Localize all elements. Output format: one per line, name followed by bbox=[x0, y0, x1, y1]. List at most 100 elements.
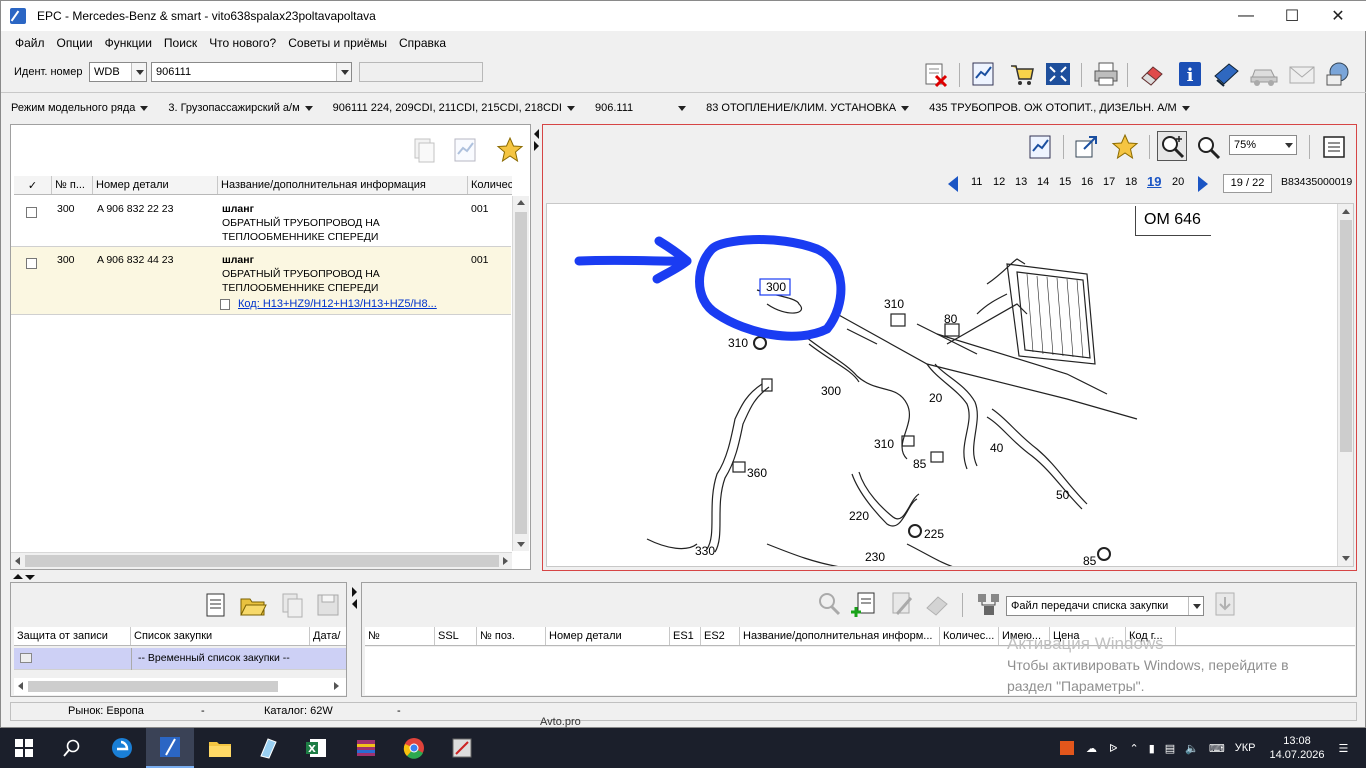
breadcrumb-mode[interactable]: Режим модельного ряда bbox=[11, 102, 149, 114]
clear-vehicle-icon[interactable] bbox=[921, 59, 951, 89]
edit-item-icon[interactable] bbox=[886, 589, 916, 619]
new-list-icon[interactable] bbox=[201, 590, 231, 620]
copy-parts-icon[interactable] bbox=[409, 135, 439, 165]
volume-icon[interactable]: 🔈 bbox=[1185, 742, 1199, 755]
col-pos[interactable]: № поз. bbox=[477, 627, 546, 645]
col-date[interactable]: Дата/ bbox=[310, 627, 346, 645]
vehicle-icon[interactable] bbox=[1249, 59, 1279, 89]
eraser-icon[interactable] bbox=[922, 589, 952, 619]
ident-number-input[interactable]: 906111 bbox=[151, 62, 352, 82]
page-link[interactable]: 11 bbox=[971, 176, 982, 188]
scroll-down-icon[interactable] bbox=[517, 542, 525, 547]
copy-list-icon[interactable] bbox=[277, 590, 307, 620]
maximize-button[interactable]: ☐ bbox=[1269, 1, 1315, 31]
page-link[interactable]: 16 bbox=[1081, 176, 1093, 188]
scroll-left-icon[interactable] bbox=[18, 682, 23, 690]
clock[interactable]: 13:08 14.07.2026 bbox=[1269, 734, 1324, 762]
info-icon[interactable]: i bbox=[1175, 59, 1205, 89]
col-part-number[interactable]: Номер детали bbox=[93, 176, 218, 194]
col-es1[interactable]: ES1 bbox=[670, 627, 701, 645]
breadcrumb-class[interactable]: 3. Грузопассажирский а/м bbox=[168, 102, 313, 114]
open-external-icon[interactable] bbox=[1071, 132, 1101, 162]
transfer-network-icon[interactable] bbox=[974, 589, 1004, 619]
callout-label[interactable]: 330 bbox=[695, 544, 715, 558]
scroll-up-icon[interactable] bbox=[517, 200, 525, 205]
scroll-thumb[interactable] bbox=[1340, 220, 1352, 452]
callout-label[interactable]: 360 bbox=[747, 466, 767, 480]
menu-file[interactable]: Файл bbox=[1, 36, 51, 50]
network-icon[interactable]: ▤ bbox=[1165, 742, 1175, 755]
callout-label[interactable]: 225 bbox=[924, 527, 944, 541]
menu-tips[interactable]: Советы и приёмы bbox=[282, 36, 393, 50]
ident-extra-field[interactable] bbox=[359, 62, 483, 82]
close-button[interactable]: ✕ bbox=[1315, 1, 1361, 31]
search-icon[interactable] bbox=[48, 728, 96, 768]
table-row-selected[interactable]: 300 A 906 832 44 23 шланг ОБРАТНЫЙ ТРУБО… bbox=[11, 247, 511, 315]
collapse-up-icon[interactable] bbox=[13, 574, 23, 579]
callout-300-highlighted[interactable]: 300 bbox=[766, 280, 786, 294]
parts-diagram[interactable]: OM 646 300 310 80 310 300 20 310 40 85 3… bbox=[546, 203, 1354, 567]
menu-whats-new[interactable]: Что нового? bbox=[203, 36, 282, 50]
winrar-icon[interactable] bbox=[342, 728, 390, 768]
callout-label[interactable]: 80 bbox=[944, 312, 957, 326]
callout-label[interactable]: 50 bbox=[1056, 488, 1069, 502]
page-link[interactable]: 20 bbox=[1172, 176, 1184, 188]
page-link[interactable]: 18 bbox=[1125, 176, 1137, 188]
chrome-icon[interactable] bbox=[390, 728, 438, 768]
scroll-thumb[interactable] bbox=[28, 681, 278, 692]
page-link[interactable]: 12 bbox=[993, 176, 1005, 188]
battery-icon[interactable]: ▮ bbox=[1149, 742, 1155, 755]
diagram-vertical-scrollbar[interactable] bbox=[1337, 204, 1353, 566]
col-check[interactable]: ✓ bbox=[14, 176, 52, 194]
scroll-right-icon[interactable] bbox=[334, 682, 339, 690]
col-quantity[interactable]: Количес bbox=[468, 176, 512, 194]
expand-down-icon[interactable] bbox=[25, 575, 35, 580]
code-link[interactable]: Код: H13+HZ9/H12+H13/H13+HZ5/H8... bbox=[238, 298, 437, 310]
bluetooth-icon[interactable]: ᐉ bbox=[1109, 742, 1117, 755]
notes-icon[interactable] bbox=[1026, 132, 1056, 162]
callout-label[interactable]: 310 bbox=[874, 437, 894, 451]
notes-icon[interactable] bbox=[451, 135, 481, 165]
breadcrumb-group[interactable]: 83 ОТОПЛЕНИЕ/КЛИМ. УСТАНОВКА bbox=[706, 102, 910, 114]
col-ssl[interactable]: SSL bbox=[435, 627, 477, 645]
menu-search[interactable]: Поиск bbox=[158, 36, 203, 50]
epc-taskbar-icon[interactable] bbox=[146, 728, 194, 768]
callout-label[interactable]: 40 bbox=[990, 441, 1003, 455]
mail-icon[interactable] bbox=[1287, 59, 1317, 89]
callout-label[interactable]: 310 bbox=[728, 336, 748, 350]
download-icon[interactable] bbox=[1210, 589, 1240, 619]
show-hidden-icons[interactable]: ⌃ bbox=[1129, 742, 1138, 755]
callout-label[interactable]: 230 bbox=[865, 550, 885, 564]
transfer-file-select[interactable]: Файл передачи списка закупки bbox=[1006, 596, 1204, 616]
col-write-protect[interactable]: Защита от записи bbox=[14, 627, 131, 645]
parts-list-view-icon[interactable] bbox=[1319, 132, 1349, 162]
col-quantity[interactable]: Количес... bbox=[940, 627, 999, 645]
scroll-down-icon[interactable] bbox=[1342, 556, 1350, 561]
eraser-icon[interactable] bbox=[1137, 59, 1167, 89]
menu-options[interactable]: Опции bbox=[51, 36, 99, 50]
notes-app-icon[interactable] bbox=[244, 728, 292, 768]
network-icon[interactable] bbox=[1323, 59, 1353, 89]
col-name[interactable]: Название/дополнительная информ... bbox=[740, 627, 940, 645]
current-page-link[interactable]: 19 bbox=[1147, 174, 1161, 189]
menu-help[interactable]: Справка bbox=[393, 36, 452, 50]
scroll-thumb[interactable] bbox=[25, 555, 499, 567]
collapse-left-icon[interactable] bbox=[352, 599, 357, 609]
callout-label[interactable]: 220 bbox=[849, 509, 869, 523]
next-page-icon[interactable] bbox=[1198, 176, 1208, 192]
notification-app-icon[interactable] bbox=[1060, 741, 1074, 755]
col-no[interactable]: № bbox=[365, 627, 435, 645]
edge-icon[interactable] bbox=[98, 728, 146, 768]
file-explorer-icon[interactable] bbox=[196, 728, 244, 768]
expand-right-icon[interactable] bbox=[352, 587, 357, 597]
cloud-icon[interactable]: ☁ bbox=[1086, 742, 1097, 755]
col-part-number[interactable]: Номер детали bbox=[546, 627, 670, 645]
breadcrumb-subgroup[interactable]: 435 ТРУБОПРОВ. ОЖ ОТОПИТ., ДИЗЕЛЬН. А/М bbox=[929, 102, 1190, 114]
callout-label[interactable]: 20 bbox=[929, 391, 942, 405]
page-link[interactable]: 17 bbox=[1103, 176, 1115, 188]
callout-label[interactable]: 85 bbox=[1083, 554, 1096, 566]
add-to-cart-icon[interactable] bbox=[849, 589, 879, 619]
language-indicator[interactable]: УКР bbox=[1235, 742, 1256, 754]
open-folder-icon[interactable] bbox=[238, 590, 268, 620]
manual-icon[interactable] bbox=[1211, 59, 1241, 89]
